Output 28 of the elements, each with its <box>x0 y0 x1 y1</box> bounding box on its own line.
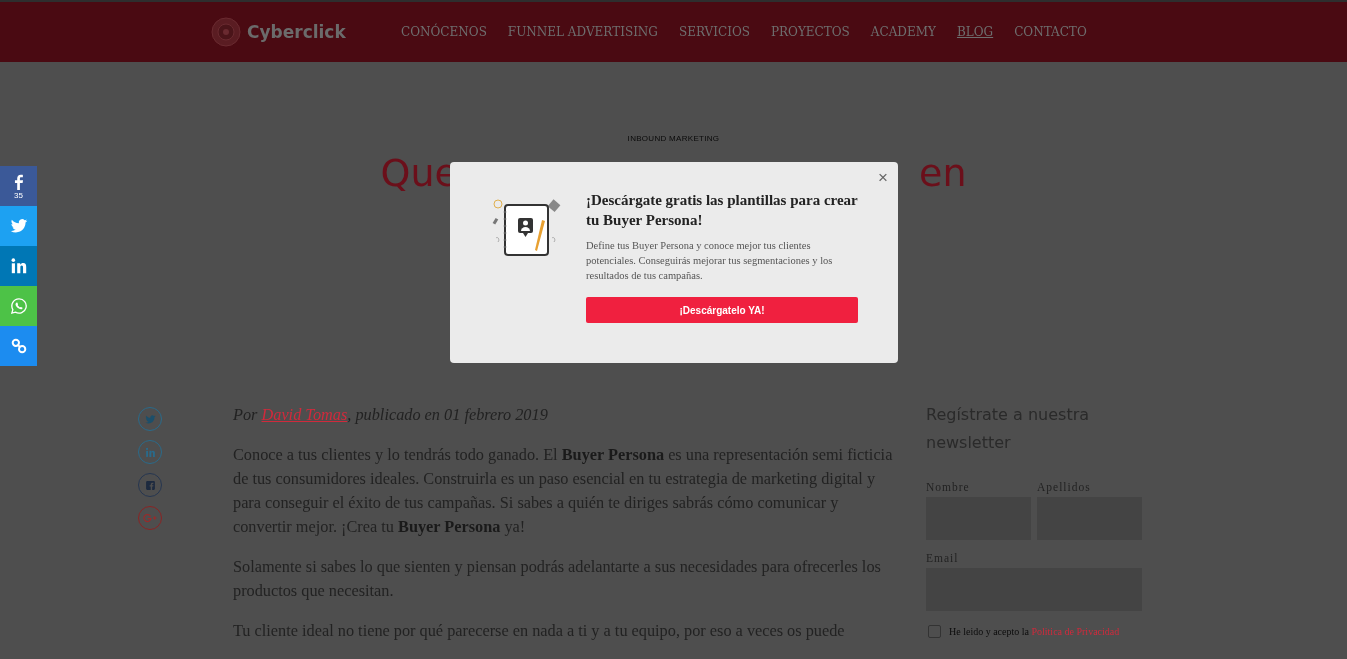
link-icon <box>9 337 28 355</box>
modal-title: ¡Descárgate gratis las plantillas para crear tu Buyer Persona! <box>586 191 858 230</box>
share-button[interactable] <box>0 246 37 286</box>
download-button[interactable]: ¡Descárgatelo YA! <box>586 297 858 323</box>
nav-link[interactable]: SERVICIOS <box>678 25 750 39</box>
share-button[interactable] <box>0 206 37 246</box>
nav-link[interactable]: CONÓCENOS <box>401 25 487 39</box>
linkedin-icon <box>9 257 28 275</box>
share-count: 35 <box>14 190 23 200</box>
nav-link[interactable]: FUNNEL ADVERTISING <box>507 25 658 39</box>
nav-link[interactable]: BLOG <box>956 25 994 39</box>
consent-checkbox[interactable] <box>928 625 941 638</box>
logo-icon[interactable] <box>211 17 241 47</box>
whatsapp-icon <box>9 297 28 315</box>
share-button[interactable]: 35 <box>0 166 37 206</box>
nav-link[interactable]: PROYECTOS <box>770 25 850 39</box>
logo-text[interactable]: Cyberclick <box>247 22 346 42</box>
nav-link[interactable]: CONTACTO <box>1014 25 1087 39</box>
share-button[interactable] <box>0 326 37 366</box>
privacy-link[interactable]: Politica de Privacidad <box>1031 626 1120 637</box>
author-link[interactable]: David Tomas <box>261 405 348 424</box>
modal-description: Define tus Buyer Persona y conoce mejor tus clientes potenciales. Conseguirás mejorar tus segmentaciones y los resultados de tus campañas. <box>586 239 834 283</box>
close-button[interactable]: × <box>878 169 888 186</box>
article-title: en <box>919 151 967 195</box>
nav-link[interactable]: ACADEMY <box>870 25 936 39</box>
share-button[interactable] <box>0 286 37 326</box>
category-label: INBOUND MARKETING <box>627 134 720 143</box>
bird-icon <box>9 217 28 235</box>
